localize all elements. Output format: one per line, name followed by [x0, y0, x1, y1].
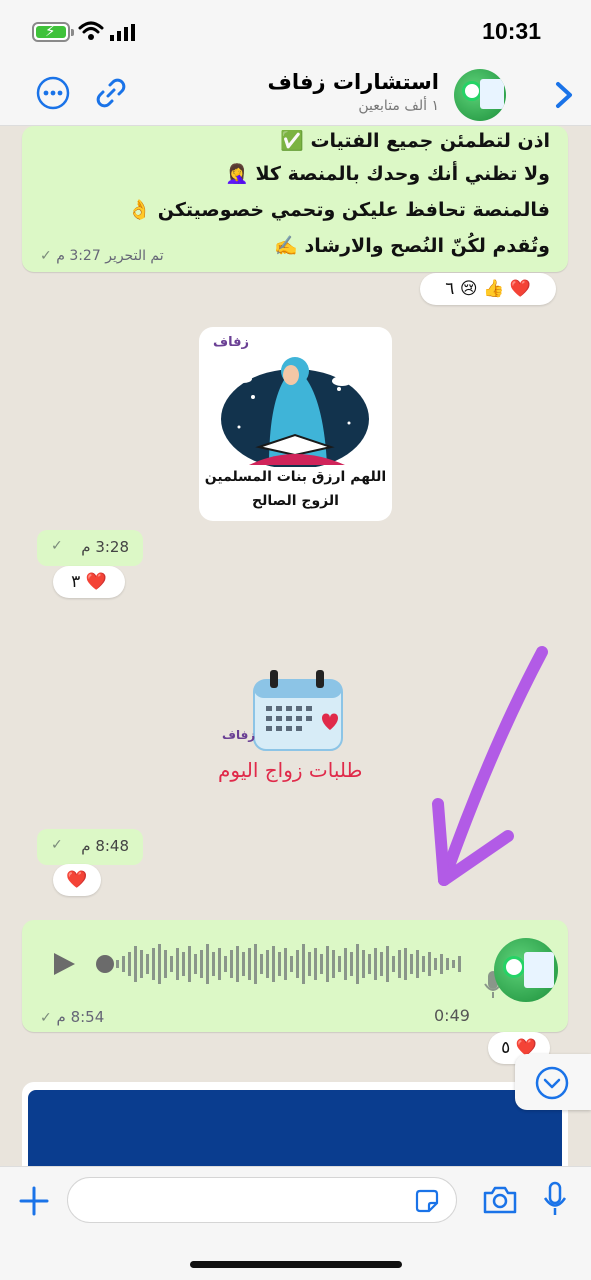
message-time: تم التحرير 3:27 م	[56, 248, 164, 264]
image-caption-line1: اللهم ارزق بنات المسلمين	[204, 469, 387, 485]
image-message[interactable]: زفاف اللهم ارزق بنات المسلمين الزوج الصا…	[199, 327, 392, 521]
sticker-title: طلبات زواج اليوم	[218, 758, 363, 782]
voice-meta: 8:54 م ✓	[40, 1008, 104, 1026]
play-icon[interactable]	[50, 950, 78, 978]
annotation-arrow	[432, 646, 548, 886]
camera-icon[interactable]	[482, 1185, 518, 1215]
channel-avatar[interactable]	[454, 69, 506, 121]
message-input[interactable]	[67, 1177, 457, 1223]
status-time: 10:31	[482, 18, 541, 44]
sticker-message-time: 8:48 م	[81, 837, 129, 855]
audio-waveform[interactable]	[116, 942, 466, 986]
message-line: اذن لتطمئن جميع الفتيات ✅	[280, 130, 550, 152]
check-icon: ✓	[51, 538, 63, 554]
microphone-icon[interactable]	[543, 1181, 567, 1217]
message-line: فالمنصة تحافظ عليكن وتحمي خصوصيتكن 👌	[127, 199, 550, 221]
battery-icon: ⚡	[32, 22, 74, 42]
wifi-icon	[78, 21, 104, 40]
zifaf-logo: زفاف	[222, 728, 256, 742]
image-caption-line2: الزوج الصالح	[252, 493, 339, 509]
voice-sender-avatar	[494, 938, 558, 1002]
calendar-icon[interactable]	[252, 670, 344, 752]
channel-followers: ١ ألف متابعين	[358, 98, 439, 114]
link-icon[interactable]	[94, 76, 128, 110]
sticker-reactions[interactable]: ❤️	[53, 864, 101, 896]
message-line: ولا تظني أنك وحدك بالمنصة كلا 🤦‍♀️	[225, 163, 550, 185]
voice-message-time: 8:54 م	[56, 1008, 105, 1026]
channel-name[interactable]: استشارات زفاف	[268, 70, 440, 94]
scroll-to-bottom-button[interactable]	[515, 1054, 591, 1110]
channel-header: استشارات زفاف ١ ألف متابعين	[0, 62, 591, 126]
status-bar: ⚡ 10:31	[0, 0, 591, 62]
sticker-time-pill: ✓ 8:48 م	[37, 829, 143, 865]
playback-position-dot[interactable]	[96, 955, 114, 973]
plus-icon[interactable]	[18, 1185, 50, 1217]
image-message-time: 3:28 م	[81, 538, 129, 556]
zifaf-logo: زفاف	[213, 335, 249, 350]
message-reactions[interactable]: ❤️ 👍 😢 ٦	[420, 273, 556, 305]
back-chevron-icon[interactable]	[550, 78, 584, 112]
more-options-icon[interactable]	[36, 76, 70, 110]
message-meta: تم التحرير 3:27 م ✓	[40, 248, 164, 264]
check-icon: ✓	[40, 248, 52, 264]
chevron-down-icon	[535, 1066, 569, 1100]
sticker-icon[interactable]	[414, 1188, 440, 1214]
signal-icon	[110, 24, 135, 41]
voice-duration: 0:49	[434, 1006, 470, 1025]
home-indicator[interactable]	[190, 1261, 402, 1268]
check-icon: ✓	[51, 837, 63, 853]
check-icon: ✓	[40, 1010, 52, 1026]
image-reactions[interactable]: ❤️ ٣	[53, 566, 125, 598]
image-time-pill: ✓ 3:28 م	[37, 530, 143, 566]
